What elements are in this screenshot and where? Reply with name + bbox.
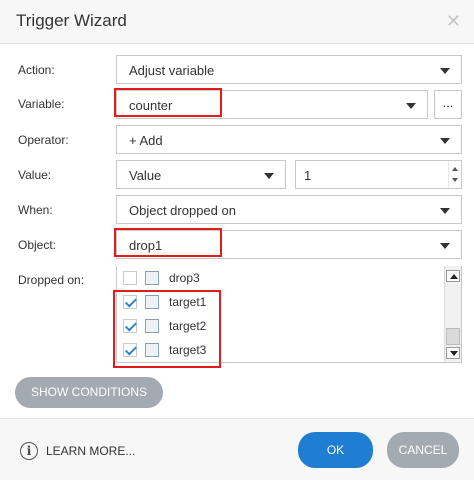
scroll-down-button[interactable] [446,347,460,359]
number-stepper[interactable] [448,161,461,188]
when-select[interactable]: Object dropped on [116,195,462,224]
cancel-button[interactable]: CANCEL [387,432,459,468]
chevron-down-icon [440,68,450,74]
object-highlight [114,228,222,257]
list-item-label: target3 [169,343,207,357]
show-conditions-button[interactable]: SHOW CONDITIONS [15,377,163,408]
value-number: 1 [304,168,312,183]
object-icon [145,343,159,357]
dialog-header: Trigger Wizard ✕ [0,0,474,44]
operator-value: + Add [129,133,163,148]
object-icon [145,271,159,285]
triangle-up-icon [450,274,458,279]
checkbox[interactable] [123,271,137,285]
object-icon [145,295,159,309]
list-item[interactable]: target3 [123,339,443,361]
scroll-up-button[interactable] [446,270,460,282]
info-icon[interactable]: i [20,442,38,460]
when-label: When: [18,203,53,217]
trigger-wizard-dialog: Trigger Wizard ✕ Action: Adjust variable… [0,0,474,480]
chevron-down-icon [440,208,450,214]
dropped-on-label: Dropped on: [18,273,85,287]
chevron-down-icon [406,103,416,109]
vertical-scrollbar[interactable] [444,266,461,362]
operator-label: Operator: [18,133,69,147]
chevron-down-icon [264,173,274,179]
list-item[interactable]: target2 [123,315,443,337]
value-label: Value: [18,168,52,182]
checkbox[interactable] [123,295,137,309]
dropped-on-list[interactable]: drop3 target1 target2 target3 [116,266,462,363]
value-type-value: Value [129,168,162,183]
value-number-input[interactable]: 1 [295,160,462,189]
when-value: Object dropped on [129,203,236,218]
ok-button[interactable]: OK [298,432,373,468]
chevron-down-icon [440,243,450,249]
value-type-select[interactable]: Value [116,160,286,189]
chevron-down-icon [440,138,450,144]
list-item-label: target2 [169,319,207,333]
variable-highlight [114,88,222,117]
checkbox[interactable] [123,319,137,333]
list-item[interactable]: target1 [123,291,443,313]
stepper-down-icon[interactable] [452,178,458,182]
triangle-down-icon [450,351,458,356]
dialog-title: Trigger Wizard [16,11,127,30]
action-select[interactable]: Adjust variable [116,55,462,84]
learn-more-link[interactable]: LEARN MORE... [46,444,135,458]
list-item-label: drop3 [169,271,200,285]
list-item-label: target1 [169,295,207,309]
close-icon[interactable]: ✕ [446,11,461,31]
action-value: Adjust variable [129,63,215,78]
stepper-up-icon[interactable] [452,167,458,171]
variable-label: Variable: [18,97,65,111]
scroll-thumb[interactable] [446,328,460,345]
object-label: Object: [18,238,57,252]
object-icon [145,319,159,333]
checkbox[interactable] [123,343,137,357]
list-item[interactable]: drop3 [123,267,443,289]
variable-browse-button[interactable]: ... [434,90,462,119]
action-label: Action: [18,63,55,77]
operator-select[interactable]: + Add [116,125,462,154]
